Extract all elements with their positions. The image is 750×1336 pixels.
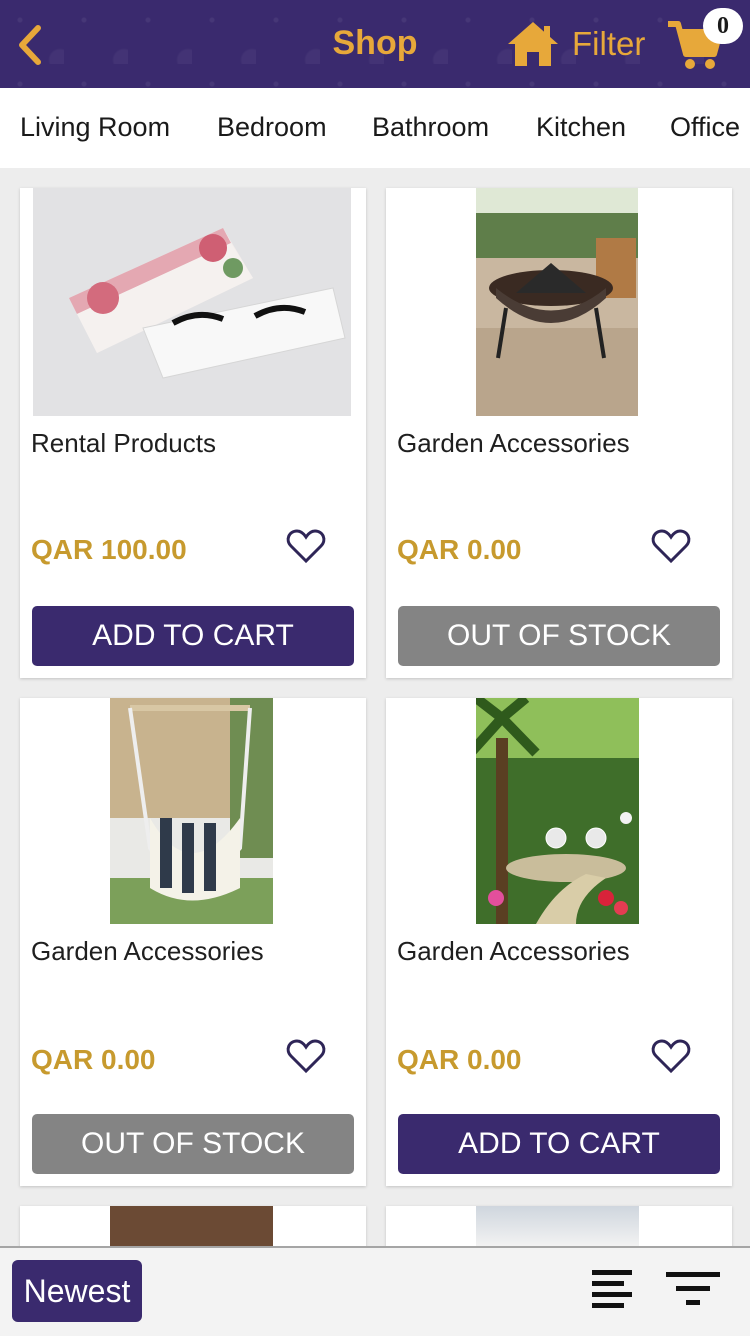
product-price: QAR 0.00 [31,1044,156,1075]
product-image[interactable] [110,1206,273,1246]
tab-kitchen[interactable]: Kitchen [536,112,626,143]
product-image[interactable] [476,1206,639,1246]
product-name: Garden Accessories [397,428,630,458]
product-price: QAR 100.00 [31,534,187,565]
product-card[interactable]: Garden Accessories QAR 0.00 OUT OF STOCK [386,188,732,678]
heart-icon[interactable] [651,528,691,564]
heart-icon[interactable] [651,1038,691,1074]
home-icon[interactable] [506,20,560,68]
heart-icon[interactable] [286,528,326,564]
app-header: Shop Filter 0 [0,0,750,88]
fire-pit-photo[interactable] [476,188,638,416]
cart-count-badge: 0 [703,8,743,44]
tab-living-room[interactable]: Living Room [20,112,170,143]
product-card[interactable]: Garden Accessories QAR 0.00 OUT OF STOCK [20,698,366,1186]
filter-button[interactable]: Filter [572,25,645,63]
product-name: Garden Accessories [397,936,630,966]
tab-bedroom[interactable]: Bedroom [217,112,327,143]
product-card[interactable]: Rental Products QAR 100.00 ADD TO CART [20,188,366,678]
product-name: Garden Accessories [31,936,264,966]
add-to-cart-button[interactable]: ADD TO CART [398,1114,720,1174]
hammock-chair-photo[interactable] [110,698,273,924]
out-of-stock-button[interactable]: OUT OF STOCK [398,606,720,666]
align-lines-icon[interactable] [588,1268,636,1312]
product-name: Rental Products [31,428,216,458]
sort-newest-button[interactable]: Newest [12,1260,142,1322]
product-card[interactable]: Garden Accessories QAR 0.00 ADD TO CART [386,698,732,1186]
tab-bathroom[interactable]: Bathroom [372,112,489,143]
category-tabs: Living Room Bedroom Bathroom Kitchen Off… [0,88,750,168]
product-price: QAR 0.00 [397,534,522,565]
filter-lines-icon[interactable] [664,1270,722,1310]
bottom-toolbar: Newest [0,1246,750,1336]
tab-office[interactable]: Office [670,112,740,143]
garden-path-photo[interactable] [476,698,639,924]
out-of-stock-button[interactable]: OUT OF STOCK [32,1114,354,1174]
add-to-cart-button[interactable]: ADD TO CART [32,606,354,666]
eyelash-product-photo[interactable] [33,188,351,416]
product-price: QAR 0.00 [397,1044,522,1075]
heart-icon[interactable] [286,1038,326,1074]
